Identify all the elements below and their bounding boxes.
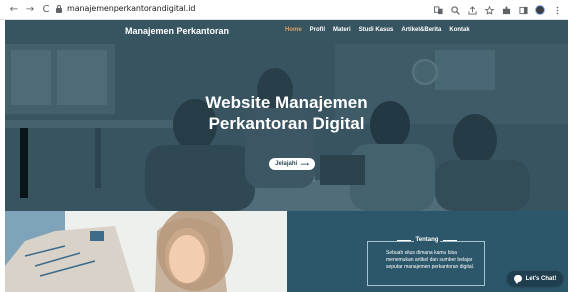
jelajahi-label: Jelajahi [275, 161, 298, 167]
chat-label: Let's Chat! [525, 275, 557, 282]
lets-chat-button[interactable]: Let's Chat! [507, 271, 563, 286]
about-photo [5, 211, 287, 292]
zoom-icon[interactable] [450, 5, 460, 15]
browser-toolbar: ← → C manajemenperkantorandigital.id [0, 0, 568, 20]
main-menu: Home Profil Materi Studi Kasus Artikel&B… [285, 27, 470, 33]
web-page: Manajemen Perkantoran Home Profil Materi… [5, 20, 568, 292]
reload-button[interactable]: C [40, 4, 52, 16]
jelajahi-button[interactable]: Jelajahi ⟶ [269, 158, 315, 170]
url-text[interactable]: manajemenperkantorandigital.id [67, 4, 195, 13]
menu-item-artikel-berita[interactable]: Artikel&Berita [401, 27, 441, 33]
menu-item-studi-kasus[interactable]: Studi Kasus [359, 27, 394, 33]
site-brand[interactable]: Manajemen Perkantoran [125, 26, 229, 36]
lock-icon[interactable] [56, 5, 62, 13]
address-bar[interactable]: manajemenperkantorandigital.id [52, 3, 478, 17]
woman-hijab-image [5, 211, 287, 292]
menu-item-home[interactable]: Home [285, 27, 302, 33]
site-header: Manajemen Perkantoran Home Profil Materi… [5, 20, 568, 44]
menu-item-kontak[interactable]: Kontak [449, 27, 469, 33]
forward-button[interactable]: → [24, 4, 36, 16]
menu-item-profil[interactable]: Profil [310, 27, 325, 33]
arrow-right-icon: ⟶ [300, 160, 309, 168]
about-description: Sebuah situs dimana kamu bisa menemukan … [386, 250, 475, 270]
back-button[interactable]: ← [8, 4, 20, 16]
heading-divider [443, 239, 458, 241]
hero-title-line2: Perkantoran Digital [208, 114, 365, 133]
chat-bubble-icon [513, 275, 522, 284]
bookmark-star-icon[interactable] [484, 5, 494, 15]
sidebar-icon[interactable] [518, 5, 528, 15]
heading-divider [396, 239, 411, 241]
profile-avatar-icon[interactable] [535, 5, 545, 15]
menu-item-materi[interactable]: Materi [333, 27, 351, 33]
translate-icon[interactable] [433, 5, 443, 15]
about-title: Tentang [413, 237, 441, 243]
hero-title-line1: Website Manajemen [205, 93, 368, 112]
share-icon[interactable] [467, 5, 477, 15]
about-heading: Tentang [368, 237, 486, 243]
menu-kebab-icon[interactable] [552, 5, 562, 15]
about-box: Tentang Sebuah situs dimana kamu bisa me… [367, 237, 485, 286]
hero-section: Manajemen Perkantoran Home Profil Materi… [5, 20, 568, 211]
extensions-icon[interactable] [501, 5, 511, 15]
